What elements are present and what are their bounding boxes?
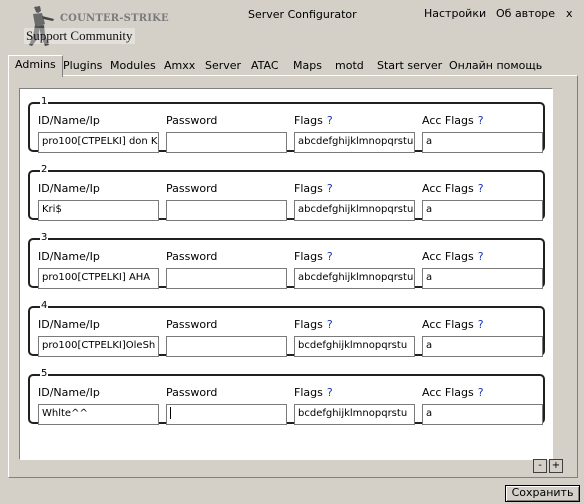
close-button[interactable]: x: [566, 7, 573, 20]
menu-settings[interactable]: Настройки: [424, 7, 486, 20]
password-label: Password: [166, 318, 218, 331]
id-label: ID/Name/Ip: [38, 114, 100, 127]
id-label: ID/Name/Ip: [38, 250, 100, 263]
counter-strike-logo: COUNTER-STRIKE Support Community: [20, 4, 169, 48]
tab-amxx[interactable]: Amxx: [164, 58, 195, 76]
acc-flags-label: Acc Flags?: [422, 114, 484, 127]
tab-start-server[interactable]: Start server: [377, 58, 442, 76]
flags-help-icon[interactable]: ?: [327, 318, 333, 331]
acc-flags-label: Acc Flags?: [422, 250, 484, 263]
acc-flags-help-icon[interactable]: ?: [478, 318, 484, 331]
acc-flags-label: Acc Flags?: [422, 318, 484, 331]
id-field[interactable]: Whlte^^: [38, 404, 159, 425]
id-field[interactable]: pro100[CTPELKI] AHA: [38, 268, 159, 289]
remove-admin-button[interactable]: -: [533, 459, 547, 473]
id-label: ID/Name/Ip: [38, 386, 100, 399]
acc-flags-field[interactable]: a: [422, 200, 543, 221]
password-label: Password: [166, 182, 218, 195]
text-caret: [170, 407, 171, 419]
flags-help-icon[interactable]: ?: [327, 386, 333, 399]
admin-number: 5: [40, 368, 49, 380]
tab-online-help[interactable]: Онлайн помощь: [449, 58, 542, 76]
flags-field[interactable]: abcdefghijklmnopqrstu: [294, 132, 415, 153]
password-field[interactable]: [166, 268, 287, 289]
admin-entry: 3 ID/Name/Ip Password Flags? Acc Flags? …: [28, 232, 545, 289]
acc-flags-field[interactable]: a: [422, 268, 543, 289]
admin-entry: 1 ID/Name/Ip Password Flags? Acc Flags? …: [28, 96, 545, 153]
admin-number: 4: [40, 300, 49, 312]
save-button[interactable]: Сохранить: [505, 485, 580, 502]
tab-admins[interactable]: Admins: [8, 55, 63, 77]
id-field[interactable]: Kri$: [38, 200, 159, 221]
flags-field[interactable]: bcdefghijklmnopqrstu: [294, 336, 415, 357]
acc-flags-field[interactable]: a: [422, 132, 543, 153]
password-field[interactable]: [166, 404, 287, 425]
title-bar: COUNTER-STRIKE Support Community Server …: [0, 0, 584, 52]
admin-entry: 4 ID/Name/Ip Password Flags? Acc Flags? …: [28, 300, 545, 357]
password-field[interactable]: [166, 336, 287, 357]
acc-flags-field[interactable]: a: [422, 336, 543, 357]
flags-field[interactable]: bcdefghijklmnopqrstu: [294, 404, 415, 425]
password-label: Password: [166, 250, 218, 263]
flags-help-icon[interactable]: ?: [327, 114, 333, 127]
tab-server[interactable]: Server: [205, 58, 241, 76]
admin-number: 2: [40, 164, 49, 176]
flags-label: Flags?: [294, 318, 333, 331]
flags-label: Flags?: [294, 114, 333, 127]
tab-motd[interactable]: motd: [335, 58, 364, 76]
acc-flags-label: Acc Flags?: [422, 182, 484, 195]
acc-flags-field[interactable]: a: [422, 404, 543, 425]
admin-entry: 5 ID/Name/Ip Password Flags? Acc Flags? …: [28, 368, 545, 425]
tab-bar: Admins Plugins Modules Amxx Server ATAC …: [8, 55, 578, 77]
flags-label: Flags?: [294, 182, 333, 195]
acc-flags-help-icon[interactable]: ?: [478, 114, 484, 127]
admin-number: 1: [40, 96, 49, 108]
tab-atac[interactable]: ATAC: [251, 58, 279, 76]
id-field[interactable]: pro100[CTPELKI]OleSh: [38, 336, 159, 357]
tab-modules[interactable]: Modules: [110, 58, 156, 76]
window-title: Server Configurator: [248, 8, 357, 21]
password-field[interactable]: [166, 132, 287, 153]
flags-help-icon[interactable]: ?: [327, 182, 333, 195]
acc-flags-help-icon[interactable]: ?: [478, 386, 484, 399]
flags-help-icon[interactable]: ?: [327, 250, 333, 263]
id-label: ID/Name/Ip: [38, 318, 100, 331]
password-label: Password: [166, 114, 218, 127]
tab-plugins[interactable]: Plugins: [63, 58, 102, 76]
password-field[interactable]: [166, 200, 287, 221]
admin-entry: 2 ID/Name/Ip Password Flags? Acc Flags? …: [28, 164, 545, 221]
id-field[interactable]: pro100[CTPELKI] don K: [38, 132, 159, 153]
flags-field[interactable]: abcdefghijklmnopqrstu: [294, 200, 415, 221]
menu-about[interactable]: Об авторе: [496, 7, 555, 20]
admin-number: 3: [40, 232, 49, 244]
flags-label: Flags?: [294, 250, 333, 263]
acc-flags-help-icon[interactable]: ?: [478, 182, 484, 195]
add-admin-button[interactable]: +: [549, 459, 563, 473]
flags-field[interactable]: abcdefghijklmnopqrstu: [294, 268, 415, 289]
tab-maps[interactable]: Maps: [293, 58, 322, 76]
flags-label: Flags?: [294, 386, 333, 399]
acc-flags-label: Acc Flags?: [422, 386, 484, 399]
id-label: ID/Name/Ip: [38, 182, 100, 195]
acc-flags-help-icon[interactable]: ?: [478, 250, 484, 263]
password-label: Password: [166, 386, 218, 399]
logo-title: COUNTER-STRIKE: [60, 13, 169, 24]
logo-subtitle: Support Community: [24, 28, 135, 44]
